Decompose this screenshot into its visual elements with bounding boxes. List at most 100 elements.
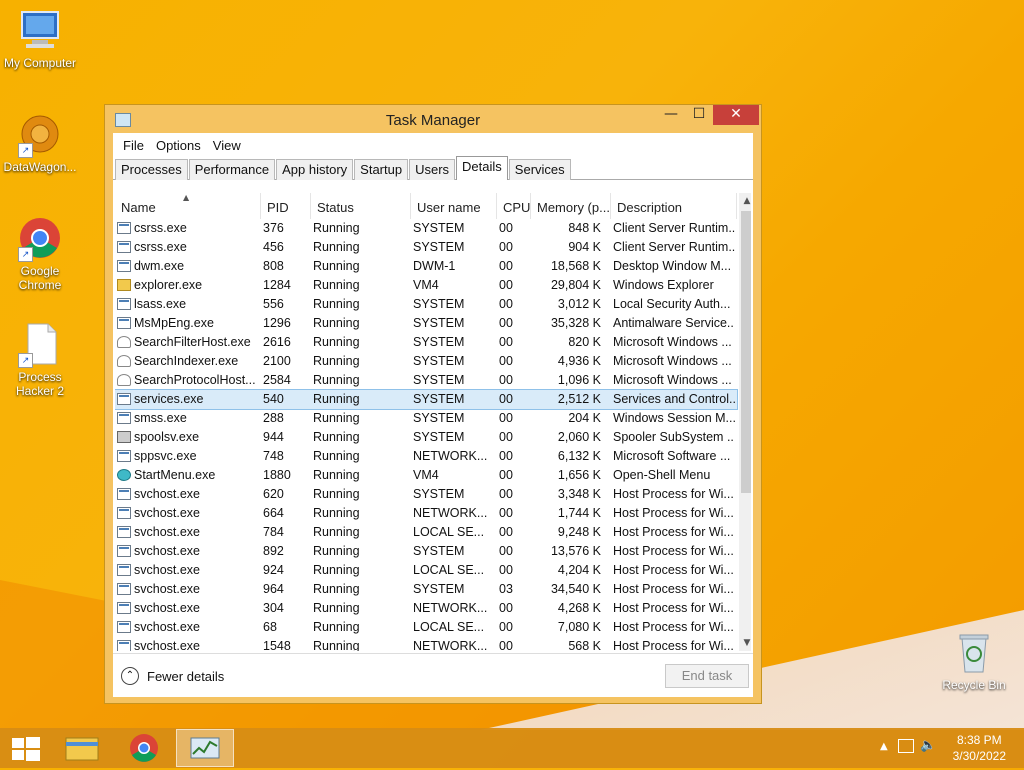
process-description: Spooler SubSystem ...	[613, 430, 735, 444]
minimize-button[interactable]: —	[657, 105, 685, 125]
table-row[interactable]: services.exe 540 Running SYSTEM 00 2,512 K Ser…	[115, 389, 738, 410]
application-icon	[117, 412, 131, 424]
process-memory: 13,576 K	[550, 544, 601, 558]
application-icon	[117, 260, 131, 272]
process-user: VM4	[413, 278, 439, 292]
user-icon	[117, 336, 131, 348]
network-icon[interactable]	[898, 739, 914, 753]
end-task-button[interactable]: End task	[665, 664, 749, 688]
process-status: Running	[313, 259, 360, 273]
table-row[interactable]: svchost.exe 924 Running LOCAL SE... 00 4,204 …	[115, 561, 737, 580]
table-row[interactable]: StartMenu.exe 1880 Running VM4 00 1,656 K Open…	[115, 466, 737, 485]
application-icon	[117, 222, 131, 234]
desktop-icon-process-hacker[interactable]: ↗ Process Hacker 2	[0, 322, 80, 398]
table-row[interactable]: svchost.exe 304 Running NETWORK... 00 4,268 K…	[115, 599, 737, 618]
process-description: Host Process for Wi...	[613, 620, 734, 634]
scroll-up-arrow-icon[interactable]: ▲	[739, 193, 751, 209]
volume-muted-icon[interactable]: 🔈	[920, 738, 936, 753]
desktop-icon-datawagon[interactable]: ↗ DataWagon...	[0, 112, 80, 174]
process-memory: 34,540 K	[550, 582, 601, 596]
process-user: LOCAL SE...	[413, 563, 485, 577]
column-header-pid[interactable]: PID	[261, 193, 311, 219]
desktop-icon-chrome[interactable]: ↗ Google Chrome	[0, 216, 80, 292]
menu-view[interactable]: View	[207, 138, 247, 153]
table-row[interactable]: csrss.exe 376 Running SYSTEM 00 848 K Client S…	[115, 219, 737, 238]
column-header-cpu[interactable]: CPU	[497, 193, 531, 219]
table-row[interactable]: sppsvc.exe 748 Running NETWORK... 00 6,132 K M…	[115, 447, 737, 466]
column-header-name[interactable]: Name	[115, 193, 261, 219]
table-row[interactable]: lsass.exe 556 Running SYSTEM 00 3,012 K Local …	[115, 295, 737, 314]
desktop-icon-label: Google Chrome	[18, 264, 62, 292]
table-row[interactable]: spoolsv.exe 944 Running SYSTEM 00 2,060 K Spoo…	[115, 428, 737, 447]
datawagon-icon: ↗	[18, 112, 62, 158]
column-header-memory[interactable]: Memory (p...	[531, 193, 611, 219]
tab-processes[interactable]: Processes	[115, 159, 188, 180]
fewer-details-button[interactable]: ⌃ Fewer details	[121, 667, 224, 685]
application-icon	[117, 393, 131, 405]
table-row[interactable]: csrss.exe 456 Running SYSTEM 00 904 K Client S…	[115, 238, 737, 257]
tab-app-history[interactable]: App history	[276, 159, 354, 180]
scroll-down-arrow-icon[interactable]: ▼	[739, 635, 751, 651]
table-row[interactable]: svchost.exe 784 Running LOCAL SE... 00 9,248 …	[115, 523, 737, 542]
table-row[interactable]: SearchIndexer.exe 2100 Running SYSTEM 00 4,93…	[115, 352, 737, 371]
process-description: Client Server Runtim...	[613, 240, 735, 254]
tab-startup[interactable]: Startup	[354, 159, 409, 180]
table-row[interactable]: explorer.exe 1284 Running VM4 00 29,804 K Wind…	[115, 276, 737, 295]
close-button[interactable]: ✕	[713, 105, 759, 125]
user-icon	[117, 355, 131, 367]
clock-date: 3/30/2022	[952, 749, 1006, 763]
tab-services[interactable]: Services	[508, 159, 571, 180]
menu-options[interactable]: Options	[150, 138, 207, 153]
process-user: SYSTEM	[413, 392, 465, 406]
desktop-icon-recycle-bin[interactable]: Recycle Bin	[934, 630, 1014, 692]
taskbar-file-explorer[interactable]	[54, 729, 110, 767]
shortcut-arrow-icon: ↗	[18, 143, 33, 158]
tab-details[interactable]: Details	[456, 156, 508, 180]
table-row[interactable]: smss.exe 288 Running SYSTEM 00 204 K Windows S…	[115, 409, 737, 428]
title-bar[interactable]: Task Manager — ☐ ✕	[105, 105, 761, 133]
process-cpu: 00	[499, 278, 513, 292]
tab-users[interactable]: Users	[409, 159, 456, 180]
table-row[interactable]: svchost.exe 664 Running NETWORK... 00 1,744 K…	[115, 504, 737, 523]
process-cpu: 00	[499, 221, 513, 235]
column-header-description[interactable]: Description	[611, 193, 737, 219]
column-header-status[interactable]: Status	[311, 193, 411, 219]
process-user: SYSTEM	[413, 582, 465, 596]
start-button[interactable]	[0, 729, 56, 767]
table-row[interactable]: svchost.exe 892 Running SYSTEM 00 13,576 K Hos…	[115, 542, 737, 561]
column-header-user-name[interactable]: User name	[411, 193, 497, 219]
taskbar-chrome[interactable]	[116, 729, 172, 767]
table-row[interactable]: SearchProtocolHost.... 2584 Running SYSTEM 0…	[115, 371, 737, 390]
show-hidden-icons-icon[interactable]: ▲	[880, 741, 888, 752]
process-status: Running	[313, 297, 360, 311]
taskbar-task-manager[interactable]	[176, 729, 234, 767]
table-row[interactable]: SearchFilterHost.exe 2616 Running SYSTEM 00 8…	[115, 333, 737, 352]
task-manager-window[interactable]: Task Manager — ☐ ✕ File Options View Pro…	[104, 104, 762, 704]
table-row[interactable]: svchost.exe 68 Running LOCAL SE... 00 7,080 K…	[115, 618, 737, 637]
application-icon	[117, 583, 131, 595]
taskbar: ▲ 🔈 8:38 PM 3/30/2022	[0, 728, 1024, 768]
table-row[interactable]: svchost.exe 620 Running SYSTEM 00 3,348 K Host…	[115, 485, 737, 504]
process-memory: 904 K	[568, 240, 601, 254]
process-user: DWM-1	[413, 259, 456, 273]
table-row[interactable]: dwm.exe 808 Running DWM-1 00 18,568 K Desktop …	[115, 257, 737, 276]
process-cpu: 00	[499, 240, 513, 254]
process-memory: 3,012 K	[557, 297, 601, 311]
process-status: Running	[313, 316, 360, 330]
clock[interactable]: 8:38 PM 3/30/2022	[953, 732, 1006, 764]
tab-performance[interactable]: Performance	[188, 159, 276, 180]
process-description: Host Process for Wi...	[613, 639, 734, 651]
desktop-icon-my-computer[interactable]: My Computer	[0, 8, 80, 70]
table-row[interactable]: MsMpEng.exe 1296 Running SYSTEM 00 35,328 K An…	[115, 314, 737, 333]
menu-file[interactable]: File	[117, 138, 150, 153]
process-pid: 304	[263, 601, 284, 615]
process-status: Running	[313, 582, 360, 596]
scrollbar-thumb[interactable]	[741, 211, 751, 493]
maximize-button[interactable]: ☐	[685, 105, 713, 125]
table-row[interactable]: svchost.exe 964 Running SYSTEM 03 34,540 K Hos…	[115, 580, 737, 599]
table-row[interactable]: svchost.exe 1548 Running NETWORK... 00 568 K H…	[115, 637, 737, 651]
process-pid: 556	[263, 297, 284, 311]
application-icon	[117, 564, 131, 576]
process-name: SearchIndexer.exe	[134, 354, 239, 368]
vertical-scrollbar[interactable]: ▲ ▼	[739, 193, 751, 651]
